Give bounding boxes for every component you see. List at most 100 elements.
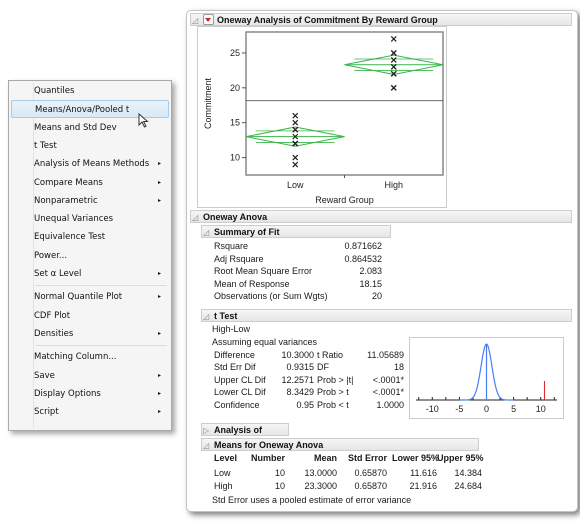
menu-item-label: Script [34,407,59,418]
report-title: Oneway Analysis of Commitment By Reward … [217,15,438,25]
sof-value: 0.871662 [344,241,382,251]
menu-item-script[interactable]: Script ▸ [11,403,169,421]
ttest-stat-label: Prob > t [317,387,349,398]
menu-item-label: Power... [34,250,68,261]
x-tick-label: 5 [511,404,516,414]
means-cell: 23.3000 [304,481,337,491]
menu-item-equivalence-test[interactable]: Equivalence Test [11,228,169,246]
section-title: Summary of Fit [214,227,280,237]
y-axis-title: Commitment [203,78,213,130]
ttest-stat-value: <.0001* [372,374,404,385]
ttest-stat-value: <.0001* [372,387,404,398]
y-tick-label: 10 [230,153,240,163]
analysis-of-variance-header[interactable]: ▷Analysis of Variance [201,423,289,448]
mouse-cursor-icon [138,113,149,128]
means-cell: 24.684 [454,481,482,491]
ttest-stat-label: Prob > |t| [317,374,354,385]
means-note: Std Error uses a pooled estimate of erro… [212,495,412,505]
ttest-value: 10.3000 [281,350,314,360]
menu-item-t-test[interactable]: t Test [11,137,169,155]
submenu-arrow-icon: ▸ [157,329,161,337]
menu-item-normal-quantile-plot[interactable]: Normal Quantile Plot ▸ [11,288,169,306]
menu-item-power[interactable]: Power... [11,247,169,265]
summary-of-fit-header[interactable]: ◿ Summary of Fit [201,225,391,238]
sof-label: Adj Rsquare [214,253,264,264]
menu-separator [35,285,167,287]
means-cell: 13.0000 [304,468,337,478]
menu-item-compare-means[interactable]: Compare Means ▸ [11,174,169,192]
ttest-stat-value: 18 [393,362,404,373]
oneway-analysis-header[interactable]: ◿ Oneway Analysis of Commitment By Rewar… [190,13,572,26]
menu-item-cdf-plot[interactable]: CDF Plot [11,307,169,325]
means-cell: High [214,481,233,491]
ttest-label: Confidence [214,399,260,410]
collapse-icon[interactable]: ◿ [203,226,209,239]
means-cell: 0.65870 [354,481,387,491]
submenu-arrow-icon: ▸ [157,408,161,416]
menu-item-unequal-variances[interactable]: Unequal Variances [11,210,169,228]
means-col-header: Level [214,453,238,463]
means-header[interactable]: ◿ Means for Oneway Anova [201,438,479,451]
x-tick-label: 10 [536,404,546,414]
menu-item-matching-column[interactable]: Matching Column... [11,348,169,366]
sof-value: 18.15 [359,278,382,289]
menu-item-save[interactable]: Save ▸ [11,367,169,385]
sof-label: Mean of Response [214,278,290,289]
menu-item-analysis-of-means-methods[interactable]: Analysis of Means Methods ▸ [11,155,169,173]
ttest-stat-label: t Ratio [317,350,344,360]
menu-item-label: Save [34,370,55,381]
x-tick-label: -5 [455,404,463,414]
menu-item-densities[interactable]: Densities ▸ [11,325,169,343]
x-tick-label: High [384,180,403,190]
menu-separator [35,345,167,347]
submenu-arrow-icon: ▸ [157,160,161,168]
menu-item-label: Means/Anova/Pooled t [35,105,130,116]
x-tick-label: 0 [484,404,489,414]
menu-item-display-options[interactable]: Display Options ▸ [11,385,169,403]
means-cell: 14.384 [454,468,482,478]
means-cell: 10 [274,481,285,491]
menu-item-quantiles[interactable]: Quantiles [11,82,169,100]
t-test-header[interactable]: ◿ t Test [201,309,572,322]
menu-item-label: Display Options [34,388,101,399]
means-col-header: Number [250,453,285,463]
means-col-header: Mean [313,453,337,463]
submenu-arrow-icon: ▸ [157,389,161,397]
sof-label: Root Mean Square Error [214,266,313,276]
expand-icon[interactable]: ▷ [203,424,209,437]
section-title: Oneway Anova [203,212,268,222]
menu-item-label: Densities [34,328,74,339]
collapse-icon[interactable]: ◿ [203,439,209,452]
menu-item-nonparametric[interactable]: Nonparametric ▸ [11,192,169,210]
menu-item-label: Unequal Variances [34,214,114,225]
ttest-value: 12.2571 [281,374,314,385]
menu-item-label: Equivalence Test [34,232,106,243]
context-menu: Quantiles Means/Anova/Pooled t Means and S… [8,80,172,431]
t-test-assumption: Assuming equal variances [212,337,318,347]
submenu-arrow-icon: ▸ [157,293,161,301]
x-tick-label: -10 [426,404,439,414]
ttest-value: 8.3429 [286,387,314,398]
collapse-icon[interactable]: ◿ [203,310,209,323]
sof-value: 2.083 [359,266,382,276]
means-col-header: Upper 95% [437,453,484,463]
ttest-stat-value: 1.0000 [376,399,404,410]
menu-item-label: Set α Level [34,269,82,279]
sof-value: 20 [371,291,382,301]
menu-item-set-level[interactable]: Set α Level ▸ [11,265,169,283]
menu-item-label: Quantiles [34,86,75,96]
menu-item-label: Normal Quantile Plot [34,292,123,303]
means-cell: 10 [274,468,285,478]
ttest-stat-label: Prob < t [317,399,349,410]
sof-label: Rsquare [214,241,249,251]
collapse-icon[interactable]: ◿ [192,211,198,224]
x-tick-label: Low [287,180,304,190]
ttest-stat-label: DF [317,362,329,373]
t-test-comparison: High-Low [212,324,251,334]
report-window: ◿ Oneway Analysis of Commitment By Rewar… [186,10,578,512]
red-triangle-menu-button[interactable] [203,14,214,26]
means-col-header: Lower 95% [392,453,440,463]
oneway-plot: 10 15 20 25 Low High Reward Group Commitment [197,26,447,208]
menu-item-label: Compare Means [34,177,103,188]
oneway-anova-header[interactable]: ◿ Oneway Anova [190,210,572,223]
